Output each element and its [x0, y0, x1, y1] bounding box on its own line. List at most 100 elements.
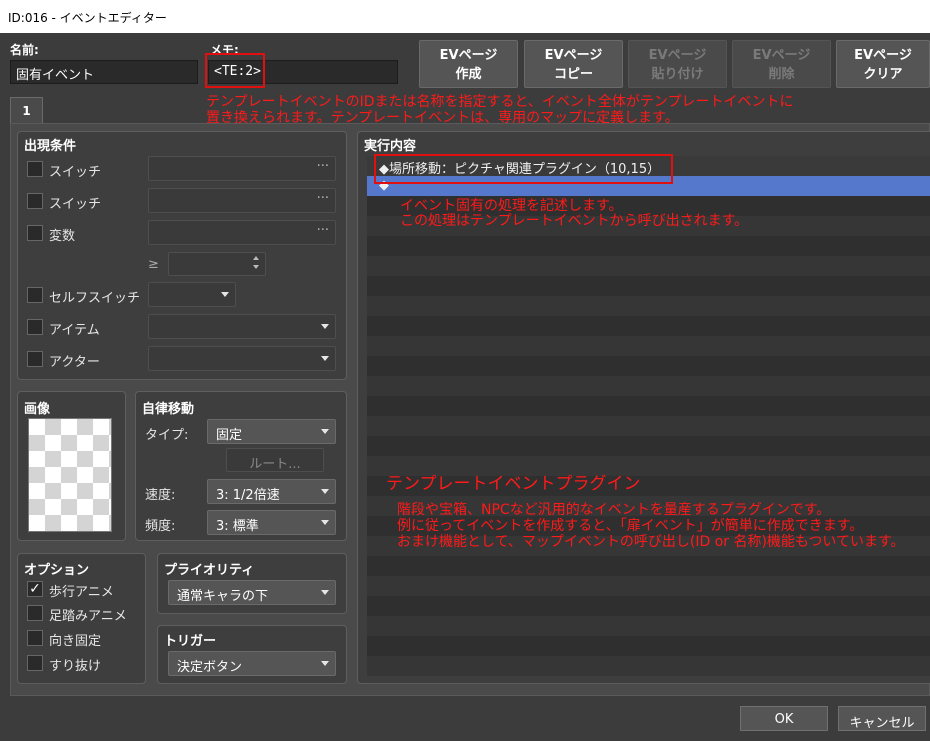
list-stripe — [367, 616, 930, 636]
command-highlight-box — [374, 154, 673, 184]
window-title: ID:016 - イベントエディター — [0, 0, 930, 33]
annotation-plugin-line3: おまけ機能として、マップイベントの呼び出し(ID or 名称)機能もついています… — [397, 534, 905, 550]
ev-page-clear-line2: クリア — [863, 67, 903, 82]
frequency-select[interactable]: 3: 標準 — [207, 510, 336, 535]
switch2-dots: ··· — [316, 191, 329, 206]
annotation-top-line2: 置き換えられます。テンプレートイベントは、専用のマップに定義します。 — [206, 110, 679, 126]
stepping-anime-checkbox[interactable] — [27, 605, 43, 621]
options-title: オプション — [24, 563, 90, 578]
switch2-checkbox[interactable] — [27, 193, 43, 209]
item-select[interactable] — [148, 314, 336, 339]
annotation-plugin-line1: 階段や宝箱、NPCなど汎用的なイベントを量産するプラグインです。 — [397, 502, 831, 518]
speed-label: 速度: — [145, 488, 176, 503]
annotation-top-line1: テンプレートイベントのIDまたは名称を指定すると、イベント全体がテンプレートイベ… — [206, 94, 794, 110]
trigger-value: 決定ボタン — [177, 660, 243, 675]
variable-select[interactable]: ··· — [148, 220, 336, 245]
ev-page-create-line2: 作成 — [455, 67, 482, 82]
trigger-title: トリガー — [164, 634, 217, 649]
ev-page-create-button[interactable]: EVページ作成 — [419, 40, 518, 88]
ev-page-copy-button[interactable]: EVページコピー — [524, 40, 623, 88]
direction-fix-checkbox[interactable] — [27, 630, 43, 646]
priority-value: 通常キャラの下 — [177, 589, 269, 604]
ev-page-clear-button[interactable]: EVページクリア — [836, 40, 930, 88]
walking-anime-label: 歩行アニメ — [49, 585, 114, 600]
variable-dots: ··· — [316, 223, 329, 238]
ev-page-delete-line1: EVページ — [752, 48, 811, 63]
chevron-down-icon — [321, 520, 329, 525]
list-stripe — [367, 416, 930, 436]
priority-title: プライオリティ — [164, 563, 255, 578]
variable-value-spinner[interactable] — [168, 252, 266, 276]
list-stripe — [367, 456, 930, 476]
ev-page-create-line1: EVページ — [439, 48, 498, 63]
ev-page-delete-button[interactable]: EVページ削除 — [732, 40, 831, 88]
name-input[interactable]: 固有イベント — [10, 60, 198, 84]
through-label: すり抜け — [49, 659, 102, 674]
item-label: アイテム — [49, 323, 100, 338]
movement-type-select[interactable]: 固定 — [207, 419, 336, 444]
list-stripe — [367, 576, 930, 596]
through-checkbox[interactable] — [27, 655, 43, 671]
chevron-down-icon — [321, 590, 329, 595]
switch1-dots: ··· — [316, 159, 329, 174]
tab-page-1[interactable]: 1 — [10, 97, 43, 124]
chevron-down-icon — [321, 661, 329, 666]
conditions-title: 出現条件 — [24, 139, 77, 154]
annotation-plugin-line2: 例に従ってイベントを作成すると、「扉イベント」が簡単に作成できます。 — [397, 518, 864, 534]
ev-page-copy-line2: コピー — [553, 67, 593, 82]
switch2-label: スイッチ — [49, 197, 102, 212]
annotation-plugin-title: テンプレートイベントプラグイン — [386, 474, 641, 494]
ev-page-paste-line2: 貼り付け — [651, 67, 704, 82]
trigger-select[interactable]: 決定ボタン — [168, 651, 336, 676]
chevron-down-icon — [321, 429, 329, 434]
ge-symbol: ≥ — [148, 257, 159, 272]
speed-select[interactable]: 3: 1/2倍速 — [207, 479, 336, 504]
self-switch-select[interactable] — [148, 282, 236, 307]
switch1-label: スイッチ — [49, 165, 102, 180]
chevron-down-icon — [321, 324, 329, 329]
ev-page-clear-line1: EVページ — [854, 48, 912, 63]
chevron-down-icon — [321, 356, 329, 361]
event-image-preview[interactable] — [28, 418, 112, 532]
ev-page-copy-line1: EVページ — [544, 48, 603, 63]
variable-label: 変数 — [49, 229, 76, 244]
priority-select[interactable]: 通常キャラの下 — [168, 580, 336, 605]
variable-checkbox[interactable] — [27, 225, 43, 241]
chevron-down-icon — [221, 292, 229, 297]
actor-checkbox[interactable] — [27, 351, 43, 367]
ok-button[interactable]: OK — [740, 706, 828, 731]
movement-type-value: 固定 — [216, 428, 243, 443]
annotation-mid-line1: イベント固有の処理を記述します。 — [400, 198, 623, 214]
spinner-up-icon[interactable] — [253, 256, 259, 260]
frequency-value: 3: 標準 — [216, 519, 259, 534]
actor-select[interactable] — [148, 346, 336, 371]
movement-type-label: タイプ: — [145, 428, 189, 443]
self-switch-label: セルフスイッチ — [49, 291, 141, 306]
ev-page-delete-line2: 削除 — [768, 67, 795, 82]
memo-highlight-box — [205, 53, 265, 88]
switch1-checkbox[interactable] — [27, 161, 43, 177]
chevron-down-icon — [321, 489, 329, 494]
contents-title: 実行内容 — [364, 139, 417, 154]
image-title: 画像 — [24, 402, 51, 417]
route-button[interactable]: ルート... — [226, 448, 324, 472]
name-label: 名前: — [10, 43, 39, 57]
spinner-down-icon[interactable] — [253, 265, 259, 269]
frequency-label: 頻度: — [145, 519, 176, 534]
annotation-mid-line2: この処理はテンプレートイベントから呼び出されます。 — [400, 213, 749, 229]
walking-anime-checkbox[interactable]: ✓ — [27, 581, 43, 597]
command-list[interactable]: ◆場所移動：ピクチャ関連プラグイン（10,15） ◆ — [367, 156, 930, 676]
self-switch-checkbox[interactable] — [27, 287, 43, 303]
stepping-anime-label: 足踏みアニメ — [49, 609, 127, 624]
switch1-select[interactable]: ··· — [148, 156, 336, 181]
list-stripe — [367, 376, 930, 396]
item-checkbox[interactable] — [27, 319, 43, 335]
movement-title: 自律移動 — [142, 402, 195, 417]
ev-page-paste-button[interactable]: EVページ貼り付け — [628, 40, 727, 88]
cancel-button[interactable]: キャンセル — [838, 706, 926, 731]
list-stripe — [367, 256, 930, 276]
switch2-select[interactable]: ··· — [148, 188, 336, 213]
direction-fix-label: 向き固定 — [49, 634, 102, 649]
ev-page-paste-line1: EVページ — [648, 48, 707, 63]
actor-label: アクター — [49, 355, 100, 370]
